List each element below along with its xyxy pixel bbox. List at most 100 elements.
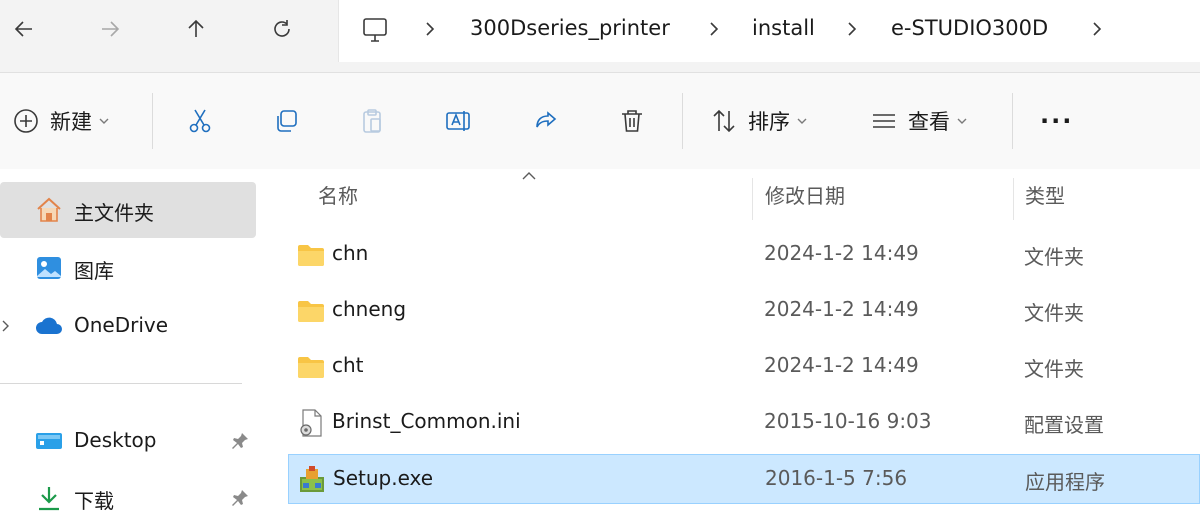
scissors-icon bbox=[189, 109, 211, 133]
address-bar[interactable]: 300Dseries_printer install e-STUDIO300D bbox=[338, 0, 1200, 62]
sidebar-divider bbox=[0, 383, 242, 384]
clipboard-icon bbox=[363, 109, 381, 133]
up-arrow-icon bbox=[188, 19, 204, 37]
home-icon bbox=[37, 197, 61, 222]
chevron-right-icon[interactable] bbox=[1088, 18, 1106, 40]
sidebar-item-label: 图库 bbox=[74, 259, 114, 283]
file-row[interactable]: chn 2024-1-2 14:49 文件夹 bbox=[288, 230, 1200, 280]
onedrive-cloud-icon bbox=[36, 317, 62, 334]
rename-icon bbox=[446, 111, 470, 131]
paste-button[interactable] bbox=[358, 99, 386, 143]
column-header-name[interactable]: 名称 bbox=[318, 180, 358, 209]
list-view-icon bbox=[873, 114, 895, 128]
view-button[interactable]: 查看 bbox=[870, 99, 968, 143]
back-arrow-icon bbox=[14, 21, 32, 37]
this-pc-icon bbox=[363, 18, 387, 42]
toolbar-divider bbox=[152, 93, 153, 149]
navigation-pane: 主文件夹 图库 OneDrive Desktop 下载 bbox=[0, 170, 262, 523]
rename-button[interactable] bbox=[444, 99, 472, 143]
chevron-right-icon[interactable] bbox=[421, 18, 439, 40]
plus-circle-icon bbox=[14, 109, 38, 133]
file-type: 文件夹 bbox=[1024, 357, 1084, 381]
toolbar-divider bbox=[682, 93, 683, 149]
pin-icon[interactable] bbox=[230, 488, 250, 508]
file-name: cht bbox=[332, 353, 364, 377]
file-date: 2015-10-16 9:03 bbox=[764, 409, 932, 433]
more-options-icon: ··· bbox=[1040, 107, 1074, 135]
desktop-icon bbox=[36, 433, 62, 449]
gallery-icon bbox=[37, 257, 61, 279]
more-options-button[interactable]: ··· bbox=[1040, 99, 1073, 143]
sidebar-item-label: OneDrive bbox=[74, 313, 169, 337]
toolbar-divider bbox=[1012, 93, 1013, 149]
sidebar-item-label: 下载 bbox=[74, 489, 114, 513]
share-icon bbox=[536, 111, 557, 128]
pin-icon[interactable] bbox=[230, 431, 250, 451]
breadcrumb-item-300dseries-printer[interactable]: 300Dseries_printer bbox=[470, 16, 670, 40]
sort-arrows-icon bbox=[713, 109, 735, 133]
navigation-bar: 300Dseries_printer install e-STUDIO300D bbox=[0, 0, 1200, 73]
copy-icon bbox=[277, 110, 297, 132]
file-date: 2024-1-2 14:49 bbox=[764, 353, 919, 377]
column-divider[interactable] bbox=[752, 178, 753, 220]
sidebar-item-label: Desktop bbox=[74, 428, 157, 452]
file-type: 文件夹 bbox=[1024, 301, 1084, 325]
column-divider[interactable] bbox=[1013, 178, 1014, 220]
setup-exe-icon bbox=[300, 466, 324, 492]
sort-button-label: 排序 bbox=[748, 110, 790, 134]
folder-icon bbox=[298, 357, 324, 378]
trash-icon bbox=[622, 110, 642, 132]
copy-button[interactable] bbox=[272, 99, 300, 143]
chevron-right-icon[interactable] bbox=[843, 18, 861, 40]
file-type: 文件夹 bbox=[1024, 245, 1084, 269]
sort-ascending-caret-icon bbox=[522, 172, 536, 180]
command-bar: 新建 排序 查看 ··· bbox=[0, 73, 1200, 169]
file-date: 2016-1-5 7:56 bbox=[765, 466, 908, 490]
file-name: chn bbox=[332, 241, 369, 265]
file-date: 2024-1-2 14:49 bbox=[764, 241, 919, 265]
file-type: 配置设置 bbox=[1024, 413, 1104, 437]
sidebar-item-downloads[interactable]: 下载 bbox=[0, 470, 256, 526]
sidebar-item-home[interactable]: 主文件夹 bbox=[0, 182, 256, 238]
sort-button[interactable]: 排序 bbox=[710, 99, 808, 143]
file-row[interactable]: cht 2024-1-2 14:49 文件夹 bbox=[288, 342, 1200, 392]
cut-button[interactable] bbox=[186, 99, 214, 143]
ini-settings-file-icon bbox=[300, 409, 322, 437]
column-header-type[interactable]: 类型 bbox=[1025, 180, 1065, 209]
new-button-label: 新建 bbox=[50, 110, 92, 134]
sidebar-item-onedrive[interactable]: OneDrive bbox=[0, 298, 256, 354]
chevron-down-icon bbox=[957, 118, 967, 124]
file-row[interactable]: chneng 2024-1-2 14:49 文件夹 bbox=[288, 286, 1200, 336]
file-type: 应用程序 bbox=[1025, 470, 1105, 494]
sidebar-item-gallery[interactable]: 图库 bbox=[0, 240, 256, 296]
folder-icon bbox=[298, 245, 324, 266]
file-date: 2024-1-2 14:49 bbox=[764, 297, 919, 321]
refresh-icon bbox=[274, 20, 290, 37]
file-name: Setup.exe bbox=[333, 466, 434, 490]
folder-icon bbox=[298, 301, 324, 322]
delete-button[interactable] bbox=[618, 99, 646, 143]
view-button-label: 查看 bbox=[908, 110, 950, 134]
sidebar-item-desktop[interactable]: Desktop bbox=[0, 413, 256, 469]
file-row-selected[interactable]: Setup.exe 2016-1-5 7:56 应用程序 bbox=[288, 454, 1200, 504]
breadcrumb-item-e-studio300d[interactable]: e-STUDIO300D bbox=[891, 16, 1048, 40]
chevron-down-icon bbox=[99, 118, 109, 124]
column-header-modified[interactable]: 修改日期 bbox=[765, 180, 845, 209]
chevron-right-icon[interactable] bbox=[0, 318, 12, 334]
file-list: 名称 修改日期 类型 chn 2024-1-2 14:49 文件夹 chneng… bbox=[262, 170, 1200, 523]
share-button[interactable] bbox=[532, 99, 560, 143]
chevron-down-icon bbox=[797, 118, 807, 124]
forward-arrow-icon bbox=[102, 21, 120, 37]
chevron-right-icon[interactable] bbox=[705, 18, 723, 40]
refresh-button[interactable] bbox=[262, 9, 302, 49]
up-button[interactable] bbox=[176, 9, 216, 49]
forward-button[interactable] bbox=[90, 9, 130, 49]
new-button[interactable]: 新建 bbox=[12, 99, 110, 143]
file-name: Brinst_Common.ini bbox=[332, 409, 521, 433]
breadcrumb-item-install[interactable]: install bbox=[752, 16, 815, 40]
download-icon bbox=[39, 487, 59, 511]
file-name: chneng bbox=[332, 297, 407, 321]
sidebar-item-label: 主文件夹 bbox=[74, 201, 154, 225]
back-button[interactable] bbox=[4, 9, 44, 49]
file-row[interactable]: Brinst_Common.ini 2015-10-16 9:03 配置设置 bbox=[288, 398, 1200, 448]
